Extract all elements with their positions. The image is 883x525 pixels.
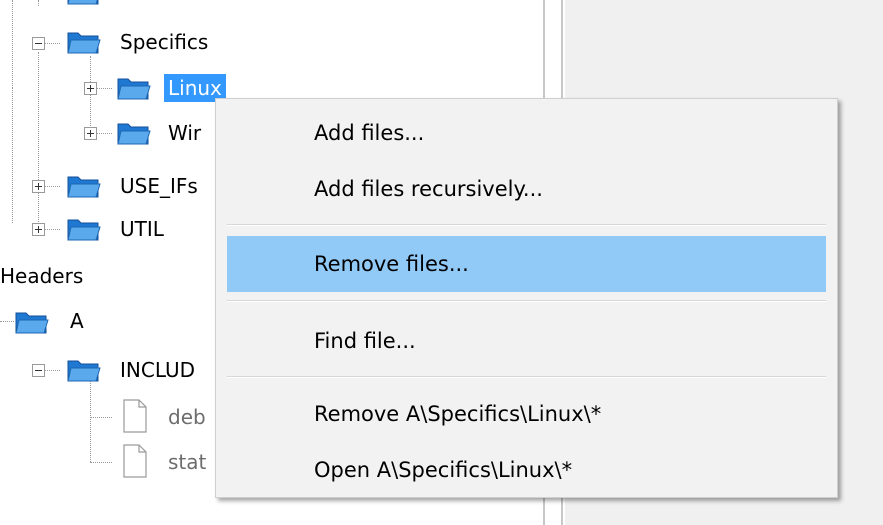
collapse-icon[interactable] bbox=[32, 37, 45, 50]
menu-item-remove-files[interactable]: Remove files... bbox=[227, 236, 826, 292]
menu-separator bbox=[227, 300, 826, 302]
menu-separator bbox=[227, 376, 826, 378]
tree-node-use-ifs[interactable]: USE_IFs bbox=[120, 172, 198, 200]
tree-line bbox=[12, 0, 13, 88]
tree-line bbox=[97, 133, 112, 134]
tree-node-util[interactable]: UTIL bbox=[120, 215, 164, 243]
menu-item-remove-folder-contents[interactable]: Remove A\Specifics\Linux\* bbox=[227, 386, 826, 442]
tree-line bbox=[90, 380, 91, 462]
menu-item-find-file[interactable]: Find file... bbox=[227, 313, 826, 369]
tree-node-specifics[interactable]: Specifics bbox=[120, 28, 208, 56]
tree-line bbox=[38, 52, 39, 230]
open-folder-icon bbox=[116, 120, 152, 146]
tree-file-deb[interactable]: deb bbox=[168, 403, 206, 431]
tree-line bbox=[90, 462, 112, 463]
open-folder-icon bbox=[66, 357, 102, 383]
tree-line bbox=[45, 229, 60, 230]
expand-icon[interactable] bbox=[84, 127, 97, 140]
open-folder-icon bbox=[14, 309, 50, 335]
collapse-icon[interactable] bbox=[32, 364, 45, 377]
tree-line bbox=[45, 186, 60, 187]
tree-line bbox=[38, 0, 39, 6]
tree-line bbox=[0, 321, 14, 322]
document-icon bbox=[122, 444, 148, 478]
expand-icon[interactable] bbox=[32, 180, 45, 193]
tree-file-stat[interactable]: stat bbox=[168, 448, 206, 476]
menu-item-open-folder-contents[interactable]: Open A\Specifics\Linux\* bbox=[227, 442, 826, 498]
open-folder-icon bbox=[66, 0, 102, 6]
menu-item-add-files[interactable]: Add files... bbox=[227, 105, 826, 161]
expand-icon[interactable] bbox=[32, 223, 45, 236]
tree-line bbox=[45, 370, 60, 371]
context-menu: Add files... Add files recursively... Re… bbox=[215, 98, 838, 498]
open-folder-icon bbox=[116, 75, 152, 101]
tree-node-a[interactable]: A bbox=[70, 307, 84, 335]
open-folder-icon bbox=[66, 173, 102, 199]
document-icon bbox=[122, 399, 148, 433]
tree-line bbox=[97, 88, 112, 89]
open-folder-icon bbox=[66, 29, 102, 55]
tree-line bbox=[12, 88, 13, 223]
menu-item-add-files-recursively[interactable]: Add files recursively... bbox=[227, 161, 826, 217]
open-folder-icon bbox=[66, 216, 102, 242]
tree-line bbox=[90, 56, 91, 136]
tree-line bbox=[90, 417, 112, 418]
menu-separator bbox=[227, 224, 826, 226]
tree-line bbox=[45, 43, 60, 44]
tree-section-headers[interactable]: Headers bbox=[0, 262, 83, 290]
tree-node-includes[interactable]: INCLUD bbox=[120, 356, 195, 384]
expand-icon[interactable] bbox=[84, 82, 97, 95]
tree-node-windows[interactable]: Wir bbox=[168, 119, 201, 147]
